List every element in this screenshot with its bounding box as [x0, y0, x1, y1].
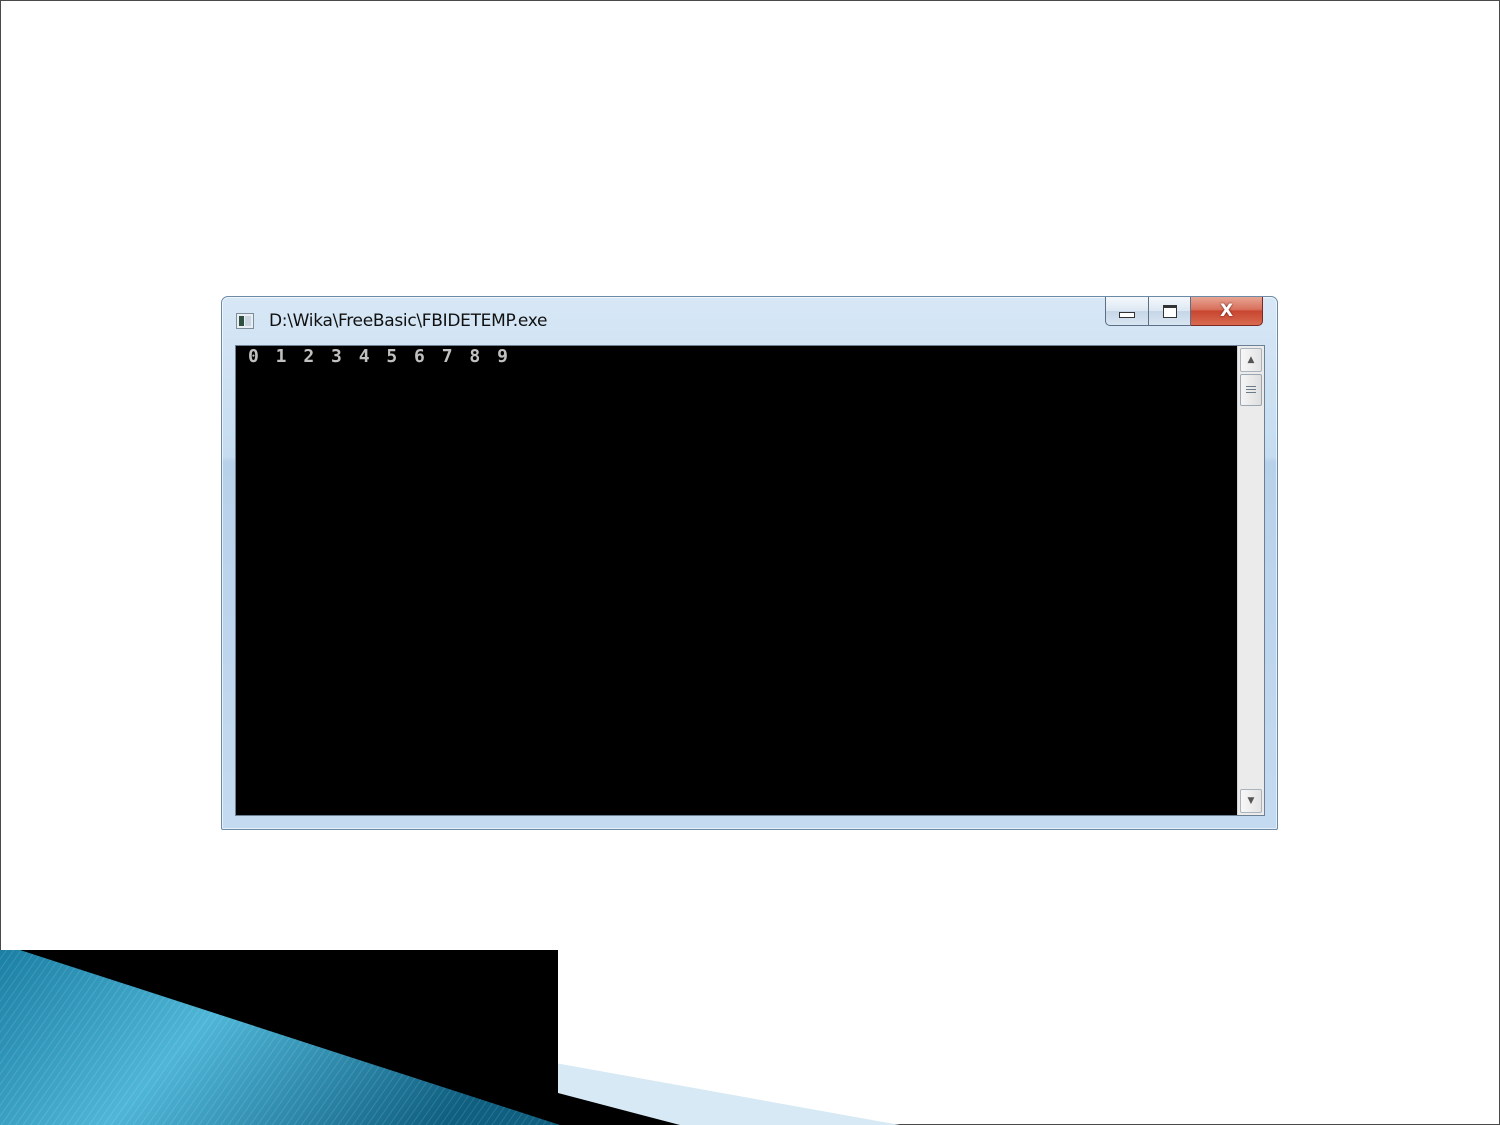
console-output-area[interactable]: 0 1 2 3 4 5 6 7 8 9 ▲ ▼	[235, 345, 1265, 816]
window-title: D:\Wika\FreeBasic\FBIDETEMP.exe	[269, 311, 548, 331]
slide-decoration	[0, 950, 900, 1125]
close-button[interactable]: X	[1191, 297, 1263, 326]
arrow-up-icon: ▲	[1247, 355, 1255, 365]
grip-icon	[1246, 385, 1256, 395]
maximize-button[interactable]	[1149, 297, 1191, 326]
vertical-scrollbar[interactable]: ▲ ▼	[1237, 346, 1264, 815]
minimize-button[interactable]	[1105, 297, 1149, 326]
maximize-icon	[1162, 304, 1177, 318]
scroll-up-button[interactable]: ▲	[1240, 348, 1262, 372]
scroll-thumb[interactable]	[1240, 374, 1262, 406]
console-window[interactable]: D:\Wika\FreeBasic\FBIDETEMP.exe X 0 1 2 …	[221, 296, 1278, 830]
console-app-icon[interactable]	[236, 313, 254, 329]
console-output-line: 0 1 2 3 4 5 6 7 8 9	[248, 346, 511, 367]
arrow-down-icon: ▼	[1247, 796, 1255, 806]
title-bar[interactable]: D:\Wika\FreeBasic\FBIDETEMP.exe X	[222, 297, 1277, 345]
minimize-icon	[1119, 312, 1135, 318]
caption-buttons: X	[1105, 297, 1263, 327]
close-icon: X	[1219, 301, 1234, 321]
scroll-down-button[interactable]: ▼	[1240, 789, 1262, 813]
